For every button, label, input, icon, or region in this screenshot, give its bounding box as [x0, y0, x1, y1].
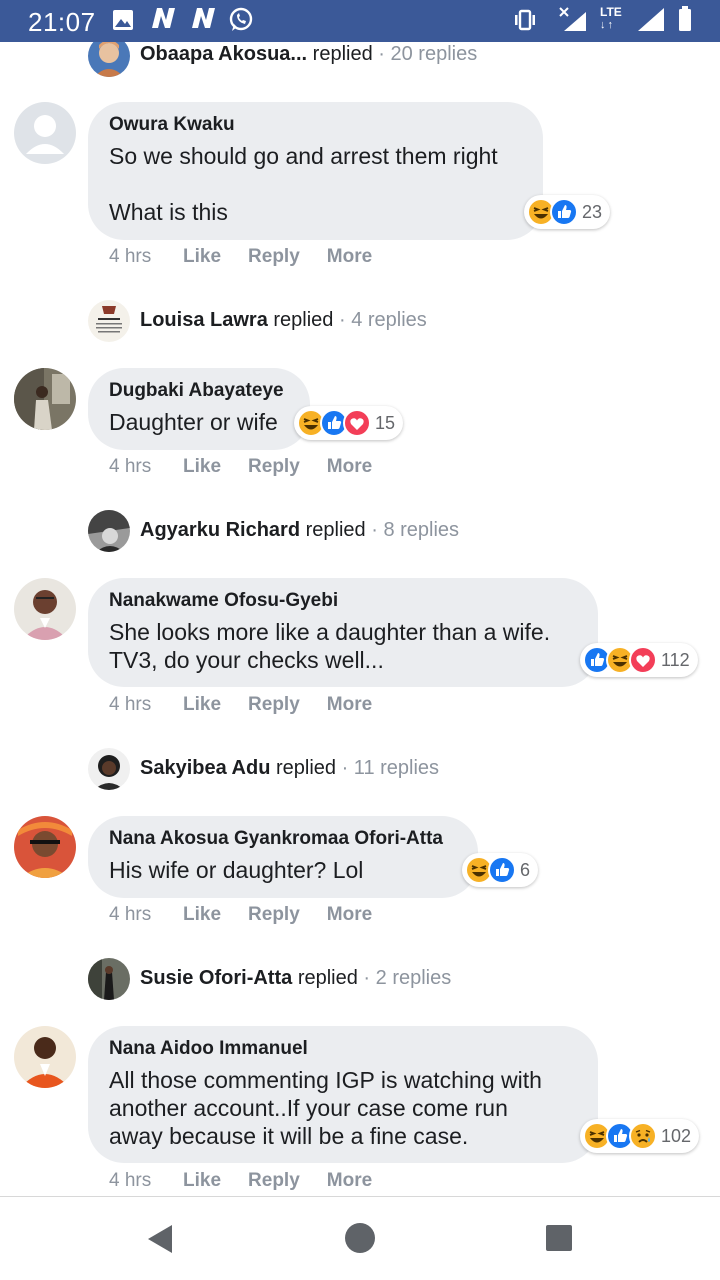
view-replies-link[interactable]: Louisa Lawra replied · 4 replies: [140, 309, 427, 332]
reaction-summary[interactable]: 6: [462, 853, 539, 887]
comments-feed[interactable]: Obaapa Akosua... replied · 20 replies Ow…: [0, 42, 720, 1196]
like-button[interactable]: Like: [183, 904, 221, 926]
comment-text: All those commenting IGP is watching wit…: [109, 1067, 542, 1149]
like-button[interactable]: Like: [183, 1170, 221, 1192]
comment-timestamp: 4 hrs: [109, 456, 152, 477]
comment-timestamp: 4 hrs: [109, 694, 152, 715]
reaction-summary[interactable]: 112: [580, 643, 698, 677]
comment-text: She looks more like a daughter than a wi…: [109, 619, 551, 673]
comment-timestamp: 4 hrs: [109, 1170, 152, 1191]
comment-bubble[interactable]: Nana Akosua Gyankromaa Ofori-Atta His wi…: [88, 816, 478, 898]
avatar[interactable]: [14, 1026, 76, 1088]
reaction-count: 15: [375, 412, 396, 433]
like-reaction-icon: [550, 198, 578, 226]
comment-actions: 4 hrs Like Reply More: [109, 694, 399, 716]
image-icon: [112, 9, 134, 33]
reaction-count: 102: [661, 1125, 692, 1146]
comment-actions: 4 hrs Like Reply More: [109, 456, 399, 478]
comment-author[interactable]: Nanakwame Ofosu-Gyebi: [109, 589, 576, 613]
avatar[interactable]: [88, 958, 130, 1000]
comment-timestamp: 4 hrs: [109, 904, 152, 925]
reaction-count: 6: [520, 859, 531, 880]
reply-button[interactable]: Reply: [248, 904, 300, 926]
clock: 21:07: [28, 7, 96, 37]
view-replies-link[interactable]: Agyarku Richard replied · 8 replies: [140, 519, 459, 542]
comment-text: Daughter or wife: [109, 409, 278, 435]
comment-actions: 4 hrs Like Reply More: [109, 246, 399, 268]
recents-icon[interactable]: [545, 1224, 573, 1257]
reaction-summary[interactable]: 23: [524, 195, 611, 229]
n-icon: [148, 6, 182, 30]
avatar[interactable]: [14, 368, 76, 430]
like-reaction-icon: [488, 856, 516, 884]
reply-button[interactable]: Reply: [248, 1170, 300, 1192]
battery-icon: [678, 6, 692, 31]
status-bar: 21:07 LTE ↓↑: [0, 0, 720, 42]
vibrate-icon: [512, 9, 538, 33]
comment-text: His wife or daughter? Lol: [109, 857, 364, 883]
back-icon[interactable]: [146, 1223, 174, 1260]
more-button[interactable]: More: [327, 1170, 372, 1192]
love-reaction-icon: [343, 409, 371, 437]
no-signal-icon: [558, 6, 588, 31]
avatar[interactable]: [88, 748, 130, 790]
reaction-summary[interactable]: 15: [294, 406, 404, 440]
more-button[interactable]: More: [327, 694, 372, 716]
view-replies-link[interactable]: Obaapa Akosua... replied · 20 replies: [140, 43, 477, 66]
comment-bubble[interactable]: Owura Kwaku So we should go and arrest t…: [88, 102, 543, 240]
comment-bubble[interactable]: Nana Aidoo Immanuel All those commenting…: [88, 1026, 598, 1163]
avatar[interactable]: [14, 816, 76, 878]
like-button[interactable]: Like: [183, 694, 221, 716]
comment-author[interactable]: Nana Akosua Gyankromaa Ofori-Atta: [109, 827, 456, 851]
avatar[interactable]: [14, 578, 76, 640]
comment-bubble[interactable]: Dugbaki Abayateye Daughter or wife: [88, 368, 310, 450]
like-button[interactable]: Like: [183, 456, 221, 478]
reaction-summary[interactable]: 102: [580, 1119, 700, 1153]
reaction-count: 112: [661, 649, 690, 670]
like-button[interactable]: Like: [183, 246, 221, 268]
more-button[interactable]: More: [327, 904, 372, 926]
avatar[interactable]: [88, 300, 130, 342]
comment-author[interactable]: Nana Aidoo Immanuel: [109, 1037, 576, 1061]
comment-author[interactable]: Owura Kwaku: [109, 113, 521, 137]
comment-author[interactable]: Dugbaki Abayateye: [109, 379, 288, 403]
reply-button[interactable]: Reply: [248, 456, 300, 478]
signal-icon: [636, 6, 666, 31]
avatar[interactable]: [88, 42, 130, 77]
more-button[interactable]: More: [327, 246, 372, 268]
comment-bubble[interactable]: Nanakwame Ofosu-Gyebi She looks more lik…: [88, 578, 598, 687]
lte-icon: LTE ↓↑: [600, 5, 622, 31]
n-icon: [188, 6, 222, 30]
more-button[interactable]: More: [327, 456, 372, 478]
system-nav-bar: [0, 1196, 720, 1280]
comment-text: So we should go and arrest them right Wh…: [109, 143, 498, 225]
view-replies-link[interactable]: Susie Ofori-Atta replied · 2 replies: [140, 967, 451, 990]
reply-button[interactable]: Reply: [248, 246, 300, 268]
view-replies-link[interactable]: Sakyibea Adu replied · 11 replies: [140, 757, 439, 780]
whatsapp-icon: [228, 7, 254, 31]
love-reaction-icon: [629, 646, 657, 674]
home-icon[interactable]: [344, 1222, 376, 1259]
avatar[interactable]: [88, 510, 130, 552]
avatar[interactable]: [14, 102, 76, 164]
reaction-count: 23: [582, 201, 603, 222]
comment-actions: 4 hrs Like Reply More: [109, 1170, 399, 1192]
reply-button[interactable]: Reply: [248, 694, 300, 716]
comment-actions: 4 hrs Like Reply More: [109, 904, 399, 926]
comment-timestamp: 4 hrs: [109, 246, 152, 267]
sad-reaction-icon: [629, 1122, 657, 1150]
